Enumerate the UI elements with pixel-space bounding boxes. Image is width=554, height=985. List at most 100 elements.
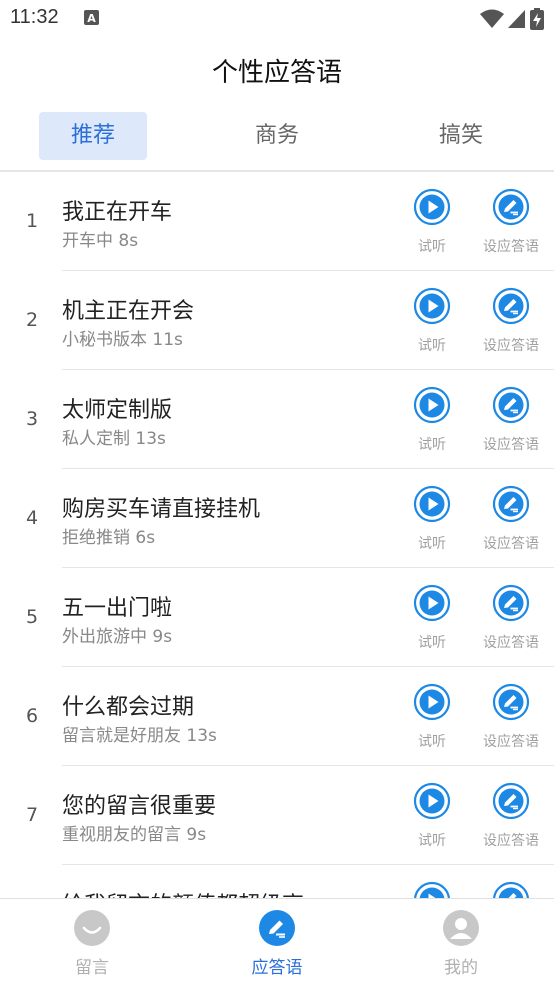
preview-button[interactable] (407, 881, 457, 898)
list-item[interactable]: 2 机主正在开会 小秘书版本 11s 试听 设应答语 (0, 271, 554, 370)
preview-button[interactable]: 试听 (407, 782, 457, 850)
item-number: 4 (25, 507, 39, 529)
play-icon (413, 683, 451, 721)
nav-auto-reply-label: 应答语 (251, 958, 303, 978)
edit-pen-icon (492, 782, 530, 820)
item-subtitle: 小秘书版本 11s (62, 330, 183, 350)
play-icon (414, 881, 450, 898)
status-icons (480, 7, 544, 31)
play-icon (413, 188, 451, 226)
preview-button[interactable]: 试听 (407, 188, 457, 256)
page-title: 个性应答语 (211, 58, 342, 88)
item-number: 6 (25, 705, 39, 727)
edit-pen-icon (492, 683, 530, 721)
set-reply-button[interactable]: 设应答语 (477, 485, 545, 553)
tab-funny[interactable]: 搞笑 (407, 112, 515, 160)
item-subtitle: 重视朋友的留言 9s (62, 825, 207, 845)
nav-messages-label: 留言 (75, 958, 109, 978)
list-item[interactable]: 7 您的留言很重要 重视朋友的留言 9s 试听 设应答语 (0, 766, 554, 865)
item-title: 机主正在开会 (62, 299, 195, 324)
notification-a-icon: A (84, 10, 99, 25)
item-number: 5 (25, 606, 39, 628)
item-subtitle: 外出旅游中 9s (62, 627, 173, 647)
item-title: 太师定制版 (62, 398, 173, 423)
preview-button[interactable]: 试听 (407, 386, 457, 454)
list-item[interactable]: 5 五一出门啦 外出旅游中 9s 试听 设应答语 (0, 568, 554, 667)
edit-pen-icon (492, 386, 530, 424)
set-reply-button[interactable]: 设应答语 (477, 386, 545, 454)
set-reply-label: 设应答语 (483, 635, 539, 651)
nav-auto-reply[interactable]: 应答语 (227, 909, 327, 978)
item-subtitle: 拒绝推销 6s (62, 528, 156, 548)
item-title: 给我留言的颜值都超级高 (62, 887, 304, 898)
edit-pen-icon (492, 188, 530, 226)
category-tabs: 推荐 商务 搞笑 (0, 108, 554, 168)
status-bar: 11:32 A (0, 0, 554, 38)
edit-pen-icon (259, 910, 295, 946)
preview-label: 试听 (418, 635, 446, 651)
set-reply-button[interactable]: 设应答语 (477, 584, 545, 652)
preview-label: 试听 (418, 833, 446, 849)
preview-label: 试听 (418, 536, 446, 552)
edit-pen-icon (492, 485, 530, 523)
item-title: 什么都会过期 (62, 695, 195, 720)
set-reply-label: 设应答语 (483, 239, 539, 255)
tab-recommended[interactable]: 推荐 (39, 112, 147, 160)
set-reply-label: 设应答语 (483, 833, 539, 849)
edit-pen-icon (492, 287, 530, 325)
item-number: 2 (25, 309, 39, 331)
user-profile-icon (443, 910, 479, 946)
wifi-icon (480, 9, 504, 28)
set-reply-button[interactable]: 设应答语 (477, 188, 545, 256)
item-number: 7 (25, 804, 39, 826)
status-time: 11:32 (10, 6, 59, 28)
preview-label: 试听 (418, 734, 446, 750)
list-item[interactable]: 给我留言的颜值都超级高 (0, 865, 554, 898)
edit-pen-icon (492, 584, 530, 622)
play-icon (413, 782, 451, 820)
item-title: 五一出门啦 (62, 596, 173, 621)
item-subtitle: 留言就是好朋友 13s (62, 726, 217, 746)
list-item[interactable]: 6 什么都会过期 留言就是好朋友 13s 试听 设应答语 (0, 667, 554, 766)
nav-profile-label: 我的 (444, 958, 478, 978)
bottom-nav: 留言 应答语 我的 (0, 898, 554, 985)
smile-face-icon (74, 910, 110, 946)
play-icon (413, 386, 451, 424)
nav-profile[interactable]: 我的 (411, 909, 511, 978)
item-number: 1 (25, 210, 39, 232)
set-reply-button[interactable]: 设应答语 (477, 782, 545, 850)
signal-icon (508, 10, 525, 28)
tab-business[interactable]: 商务 (223, 112, 331, 160)
set-reply-label: 设应答语 (483, 338, 539, 354)
play-icon (413, 584, 451, 622)
preview-label: 试听 (418, 338, 446, 354)
nav-messages[interactable]: 留言 (42, 909, 142, 978)
preview-label: 试听 (418, 437, 446, 453)
list-item[interactable]: 4 购房买车请直接挂机 拒绝推销 6s 试听 设应答语 (0, 469, 554, 568)
preview-button[interactable]: 试听 (407, 287, 457, 355)
list-item[interactable]: 3 太师定制版 私人定制 13s 试听 设应答语 (0, 370, 554, 469)
set-reply-button[interactable] (477, 881, 545, 898)
edit-pen-icon (493, 881, 529, 898)
svg-text:A: A (87, 12, 96, 25)
reply-list[interactable]: 1 我正在开车 开车中 8s 试听 设应答语 2 机主正在开会 小秘书版本 11… (0, 172, 554, 898)
item-title: 您的留言很重要 (62, 794, 217, 819)
item-title: 我正在开车 (62, 200, 173, 225)
item-title: 购房买车请直接挂机 (62, 497, 261, 522)
play-icon (413, 485, 451, 523)
set-reply-label: 设应答语 (483, 437, 539, 453)
set-reply-label: 设应答语 (483, 734, 539, 750)
set-reply-button[interactable]: 设应答语 (477, 683, 545, 751)
set-reply-label: 设应答语 (483, 536, 539, 552)
item-subtitle: 私人定制 13s (62, 429, 166, 449)
item-number: 3 (25, 408, 39, 430)
battery-charging-icon (530, 8, 544, 30)
preview-label: 试听 (418, 239, 446, 255)
play-icon (413, 287, 451, 325)
list-item[interactable]: 1 我正在开车 开车中 8s 试听 设应答语 (0, 172, 554, 271)
preview-button[interactable]: 试听 (407, 683, 457, 751)
item-subtitle: 开车中 8s (62, 231, 139, 251)
preview-button[interactable]: 试听 (407, 584, 457, 652)
set-reply-button[interactable]: 设应答语 (477, 287, 545, 355)
preview-button[interactable]: 试听 (407, 485, 457, 553)
